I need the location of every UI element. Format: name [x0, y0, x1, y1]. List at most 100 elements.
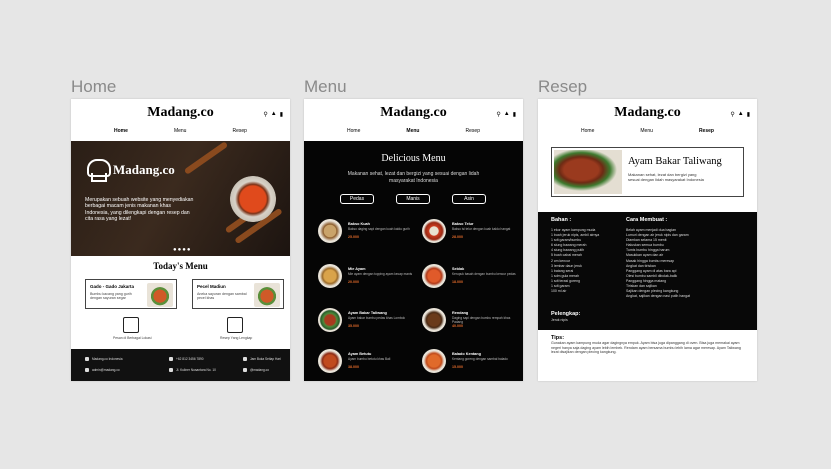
hero-brand: Madang.co [113, 162, 175, 177]
food-image [318, 308, 342, 332]
resep-frame: Madang.co ⚲ ▲ ▮ Home Menu Resep Ayam Bakar… [538, 99, 757, 381]
pelengkap-title: Pelengkap: [551, 311, 581, 317]
filter-pedas-button[interactable]: Pedas [340, 194, 374, 204]
food-image [318, 349, 342, 373]
item-price: 15.000 [452, 365, 463, 369]
cara-title: Cara Membuat : [626, 217, 668, 223]
food-image [318, 264, 342, 288]
menu-item[interactable]: Rendang Daging sapi dengan bumbu rempah … [422, 308, 522, 338]
food-image [422, 264, 446, 288]
clock-icon [243, 357, 247, 361]
sambal-bowl-image [230, 176, 276, 222]
nav-home[interactable]: Home [114, 128, 128, 134]
bookmark-icon[interactable]: ▮ [280, 111, 283, 118]
footer-text: Jam Buka Setiap Hari [250, 357, 281, 361]
item-desc: Mie ayam dengan topping ayam kecap manis [348, 272, 413, 276]
location-icon [85, 357, 89, 361]
map-icon [169, 368, 173, 372]
store-icon [123, 317, 139, 333]
footer-text: +62 812 3456 7890 [176, 357, 204, 361]
bahan-title: Bahan : [551, 217, 572, 223]
item-price: 28.000 [452, 235, 463, 239]
nav-resep[interactable]: Resep [699, 128, 714, 134]
item-name: Bakso Kuah [348, 222, 370, 226]
bookmark-icon[interactable]: ▮ [513, 111, 516, 118]
instagram-icon [243, 368, 247, 372]
card-desc: Aneka sayuran dengan sambal pecel khas [197, 292, 247, 301]
item-desc: Bakso isi telur dengan kuah kaldu hangat [452, 227, 511, 231]
carousel-dots[interactable]: ●●●● [173, 247, 192, 253]
recipe-card: Ayam Bakar Taliwang Makanan sehat, lezat… [551, 147, 744, 197]
nav-menu[interactable]: Menu [640, 128, 653, 134]
food-image [422, 219, 446, 243]
nav-resep[interactable]: Resep [466, 128, 480, 134]
filter-manis-button[interactable]: Manis [396, 194, 430, 204]
menu-subtitle: Makanan sehat, lezat dan bergizi yang se… [347, 171, 480, 184]
food-image [147, 283, 173, 307]
recipe-book-icon [227, 317, 243, 333]
menu-item[interactable]: Bakso Telur Bakso isi telur dengan kuah … [422, 219, 522, 249]
nav-home[interactable]: Home [347, 128, 360, 134]
logo[interactable]: Madang.co [71, 105, 290, 121]
icon-caption: Pesan di Berbagai Lokasi [113, 336, 152, 340]
cara-list: Belah ayam menjadi dua bagian Lumuri deng… [626, 228, 691, 299]
item-price: 40.000 [452, 324, 463, 328]
menu-item[interactable]: Ayam Betutu Ayam bumbu betutu khas Bali … [318, 349, 418, 379]
menu-item[interactable]: Balado Kentang Kentang goreng dengan sam… [422, 349, 522, 379]
header: Madang.co ⚲ ▲ ▮ Home Menu Resep [304, 99, 523, 141]
header: Madang.co ⚲ ▲ ▮ Home Menu Resep [71, 99, 290, 141]
item-name: Ayam Betutu [348, 352, 372, 356]
menu-item[interactable]: Ayam Bakar Taliwang Ayam bakar bumbu ped… [318, 308, 418, 338]
footer-text[interactable]: @madang.co [250, 368, 269, 372]
bookmark-icon[interactable]: ▮ [747, 111, 750, 118]
item-price: 20.000 [348, 280, 359, 284]
logo[interactable]: Madang.co [538, 105, 757, 121]
hero-banner: Madang.co Merupakan sebuah website yang … [71, 141, 290, 256]
item-name: Bakso Telur [452, 222, 474, 226]
item-name: Rendang [452, 311, 469, 315]
card-title: Gado - Gado Jakarta [90, 284, 135, 289]
item-desc: Ayam bumbu betutu khas Bali [348, 357, 391, 361]
card-title: Pecel Madiun [197, 284, 226, 289]
frame-label-resep: Resep [538, 77, 588, 96]
nav-home[interactable]: Home [581, 128, 594, 134]
nav-menu[interactable]: Menu [174, 128, 187, 134]
item-name: Mie Ayam [348, 267, 366, 271]
home-frame: Madang.co ⚲ ▲ ▮ Home Menu Resep Madang.co … [71, 99, 290, 381]
menu-frame: Madang.co ⚲ ▲ ▮ Home Menu Resep Delicious … [304, 99, 523, 381]
item-price: 25.000 [348, 235, 359, 239]
cart-icon[interactable]: ▲ [271, 111, 277, 118]
food-image [422, 349, 446, 373]
cart-icon[interactable]: ▲ [738, 111, 744, 118]
menu-card[interactable]: Pecel Madiun Aneka sayuran dengan sambal… [192, 279, 284, 309]
email-icon [85, 368, 89, 372]
icon-caption: Resep Yang Lengkap [220, 336, 253, 340]
frame-label-menu: Menu [304, 77, 347, 96]
filter-asin-button[interactable]: Asin [452, 194, 486, 204]
logo[interactable]: Madang.co [304, 105, 523, 121]
nav-menu[interactable]: Menu [406, 128, 419, 134]
search-icon[interactable]: ⚲ [730, 111, 734, 118]
menu-item[interactable]: Bakso Kuah Bakso daging sapi dengan kuah… [318, 219, 418, 249]
nav-resep[interactable]: Resep [233, 128, 247, 134]
item-price: 35.000 [348, 324, 359, 328]
recipe-title: Ayam Bakar Taliwang [628, 156, 722, 167]
menu-section: Delicious Menu Makanan sehat, lezat dan … [304, 141, 523, 381]
menu-item[interactable]: Mie Ayam Mie ayam dengan topping ayam ke… [318, 264, 418, 294]
search-icon[interactable]: ⚲ [263, 111, 267, 118]
chef-hat-icon [85, 159, 111, 182]
header: Madang.co ⚲ ▲ ▮ Home Menu Resep [538, 99, 757, 141]
search-icon[interactable]: ⚲ [496, 111, 500, 118]
item-desc: Kerupuk basah dengan bumbu kencur pedas [452, 272, 516, 276]
menu-item[interactable]: Seblak Kerupuk basah dengan bumbu kencur… [422, 264, 522, 294]
recipe-desc: Makanan sehat, lezat dan bergizi yang se… [628, 172, 704, 182]
pelengkap-text: Jeruk nipis [551, 318, 568, 322]
footer-text[interactable]: admin@madang.co [92, 368, 120, 372]
menu-card[interactable]: Gado - Gado Jakarta Bumbu kacang yang gu… [85, 279, 177, 309]
item-desc: Kentang goreng dengan sambal balado [452, 357, 508, 361]
food-image [318, 219, 342, 243]
cart-icon[interactable]: ▲ [504, 111, 510, 118]
tips-text: Gunakan ayam kampung muda agar dagingnya… [551, 341, 741, 355]
bahan-list: 1 ekor ayam kampung muda 1 buah jeruk nip… [551, 228, 600, 294]
frame-label-home: Home [71, 77, 117, 96]
